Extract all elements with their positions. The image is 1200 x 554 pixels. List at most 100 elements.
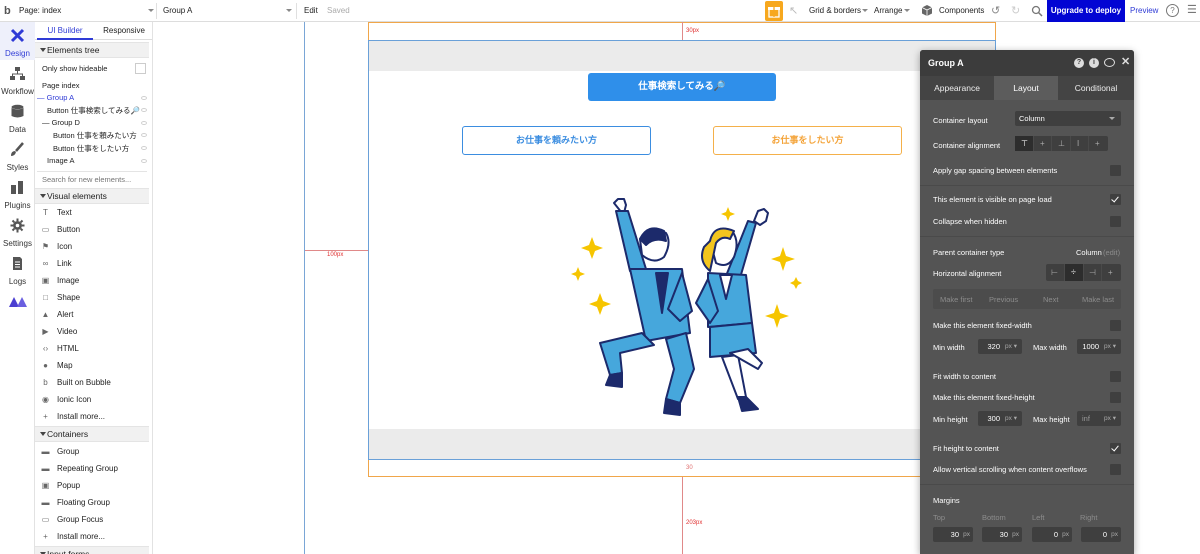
palette-item[interactable]: ● Map bbox=[35, 357, 149, 374]
tab-ui-builder[interactable]: UI Builder bbox=[37, 22, 93, 40]
palette-item[interactable]: ‹› HTML bbox=[35, 340, 149, 357]
palette-item[interactable]: ▬ Floating Group bbox=[35, 494, 149, 511]
next-button[interactable]: Next bbox=[1043, 295, 1058, 304]
arrange-menu[interactable]: Arrange bbox=[874, 0, 902, 22]
only-hideable-checkbox[interactable] bbox=[135, 63, 146, 74]
bubble-brand-icon[interactable] bbox=[8, 294, 28, 310]
parent-container-edit-link[interactable]: (edit) bbox=[1103, 248, 1120, 257]
margin-left-input[interactable]: 0 px bbox=[1032, 527, 1072, 542]
palette-item[interactable]: ▲ Alert bbox=[35, 306, 149, 323]
page-selector[interactable]: Page: index bbox=[19, 0, 61, 22]
margin-right-input[interactable]: 0 px bbox=[1081, 527, 1121, 542]
visibility-icon[interactable] bbox=[141, 133, 147, 137]
unit-dropdown[interactable]: px ▾ bbox=[1104, 411, 1116, 426]
make-first-button[interactable]: Make first bbox=[940, 295, 973, 304]
min-height-input[interactable]: 300 px ▾ bbox=[978, 411, 1022, 426]
container-alignment-control[interactable]: ⊤ + ⊥ I + bbox=[1015, 136, 1108, 151]
visibility-icon[interactable] bbox=[141, 108, 147, 112]
bubble-logo-icon[interactable]: b bbox=[4, 4, 16, 18]
tab-responsive[interactable]: Responsive bbox=[95, 22, 152, 40]
palette-item[interactable]: + Install more... bbox=[35, 528, 149, 545]
palette-item[interactable]: ▭ Button bbox=[35, 221, 149, 238]
element-selector[interactable]: Group A bbox=[163, 0, 192, 22]
palette-item[interactable]: ▬ Group bbox=[35, 443, 149, 460]
palette-item[interactable]: ▶ Video bbox=[35, 323, 149, 340]
rail-settings[interactable]: Settings bbox=[0, 212, 35, 250]
search-icon[interactable] bbox=[1031, 5, 1043, 17]
vertical-scroll-checkbox[interactable] bbox=[1110, 464, 1121, 475]
preview-button[interactable]: Preview bbox=[1130, 0, 1158, 22]
tree-item[interactable]: Button 仕事を頼みたい方 bbox=[53, 130, 137, 141]
palette-item[interactable]: □ Shape bbox=[35, 289, 149, 306]
visibility-icon[interactable] bbox=[141, 96, 147, 100]
redo-icon[interactable]: ↻ bbox=[1011, 4, 1020, 17]
rail-logs[interactable]: Logs bbox=[0, 250, 35, 288]
fit-width-checkbox[interactable] bbox=[1110, 371, 1121, 382]
search-elements-input[interactable] bbox=[37, 171, 147, 187]
palette-item[interactable]: ▣ Popup bbox=[35, 477, 149, 494]
rail-data[interactable]: Data bbox=[0, 98, 35, 136]
rail-styles[interactable]: Styles bbox=[0, 136, 35, 174]
tab-layout[interactable]: Layout bbox=[994, 76, 1058, 100]
help-icon[interactable]: ? bbox=[1166, 4, 1179, 17]
components-button[interactable]: Components bbox=[939, 0, 984, 22]
visual-elements-header[interactable]: Visual elements bbox=[35, 188, 149, 204]
tab-conditional[interactable]: Conditional bbox=[1058, 76, 1134, 100]
palette-item[interactable]: ▭ Group Focus bbox=[35, 511, 149, 528]
gift-icon[interactable] bbox=[765, 1, 783, 21]
help-icon[interactable]: ? bbox=[1074, 58, 1084, 68]
undo-icon[interactable]: ↺ bbox=[991, 4, 1000, 17]
input-forms-header[interactable]: Input forms bbox=[35, 546, 149, 554]
palette-item[interactable]: ◉ Ionic Icon bbox=[35, 391, 149, 408]
palette-item[interactable]: ▬ Repeating Group bbox=[35, 460, 149, 477]
visibility-icon[interactable] bbox=[141, 146, 147, 150]
elements-tree-header[interactable]: Elements tree bbox=[35, 42, 149, 58]
margin-top-input[interactable]: 30 px bbox=[933, 527, 973, 542]
menu-icon[interactable]: ☰ bbox=[1187, 4, 1197, 17]
rail-design[interactable]: Design bbox=[0, 22, 35, 60]
fixed-height-checkbox[interactable] bbox=[1110, 392, 1121, 403]
palette-item[interactable]: b Built on Bubble bbox=[35, 374, 149, 391]
comment-icon[interactable] bbox=[1104, 58, 1115, 67]
unit-dropdown[interactable]: px ▾ bbox=[1005, 411, 1017, 426]
property-editor-title[interactable]: Group A bbox=[920, 50, 1134, 76]
collapse-when-hidden-checkbox[interactable] bbox=[1110, 216, 1121, 227]
tree-item[interactable]: Image A bbox=[47, 156, 75, 165]
visible-on-load-checkbox[interactable] bbox=[1110, 194, 1121, 205]
margin-bottom-input[interactable]: 30 px bbox=[982, 527, 1022, 542]
horizontal-alignment-control[interactable]: ⊢ ÷ ⊣ + bbox=[1046, 264, 1121, 281]
max-height-input[interactable]: inf px ▾ bbox=[1077, 411, 1121, 426]
fit-height-checkbox[interactable] bbox=[1110, 443, 1121, 454]
tree-item[interactable]: Page index bbox=[42, 81, 80, 90]
palette-item[interactable]: + Install more... bbox=[35, 408, 149, 425]
gap-spacing-checkbox[interactable] bbox=[1110, 165, 1121, 176]
fixed-width-checkbox[interactable] bbox=[1110, 320, 1121, 331]
visibility-icon[interactable] bbox=[141, 121, 147, 125]
unit-dropdown[interactable]: px ▾ bbox=[1104, 339, 1116, 354]
palette-item[interactable]: ∞ Link bbox=[35, 255, 149, 272]
unit-dropdown[interactable]: px ▾ bbox=[1005, 339, 1017, 354]
edit-mode-menu[interactable]: Edit bbox=[304, 0, 318, 22]
rail-plugins[interactable]: Plugins bbox=[0, 174, 35, 212]
tree-item[interactable]: — Group D bbox=[42, 118, 80, 127]
visibility-icon[interactable] bbox=[141, 159, 147, 163]
max-width-input[interactable]: 1000 px ▾ bbox=[1077, 339, 1121, 354]
containers-header[interactable]: Containers bbox=[35, 426, 149, 442]
upgrade-to-deploy-button[interactable]: Upgrade to deploy bbox=[1047, 0, 1125, 22]
tree-item-selected[interactable]: — Group A bbox=[37, 93, 74, 102]
tab-appearance[interactable]: Appearance bbox=[920, 76, 994, 100]
container-layout-dropdown[interactable]: Column bbox=[1015, 111, 1121, 126]
info-icon[interactable]: i bbox=[1089, 58, 1099, 68]
tree-item[interactable]: Button 仕事をしたい方 bbox=[53, 143, 129, 154]
palette-item[interactable]: T Text bbox=[35, 204, 149, 221]
make-last-button[interactable]: Make last bbox=[1082, 295, 1114, 304]
previous-button[interactable]: Previous bbox=[989, 295, 1018, 304]
palette-item[interactable]: ⚑ Icon bbox=[35, 238, 149, 255]
image-a-celebrating-people[interactable] bbox=[570, 193, 810, 428]
palette-item[interactable]: ▣ Image bbox=[35, 272, 149, 289]
find-work-button[interactable]: お仕事をしたい方 bbox=[713, 126, 902, 155]
rail-workflow[interactable]: Workflow bbox=[0, 60, 35, 98]
pointer-icon[interactable]: ↖ bbox=[789, 4, 798, 17]
search-jobs-button[interactable]: 仕事検索してみる🔎 bbox=[588, 73, 776, 101]
tree-item[interactable]: Button 仕事検索してみる🔎 bbox=[47, 105, 140, 116]
